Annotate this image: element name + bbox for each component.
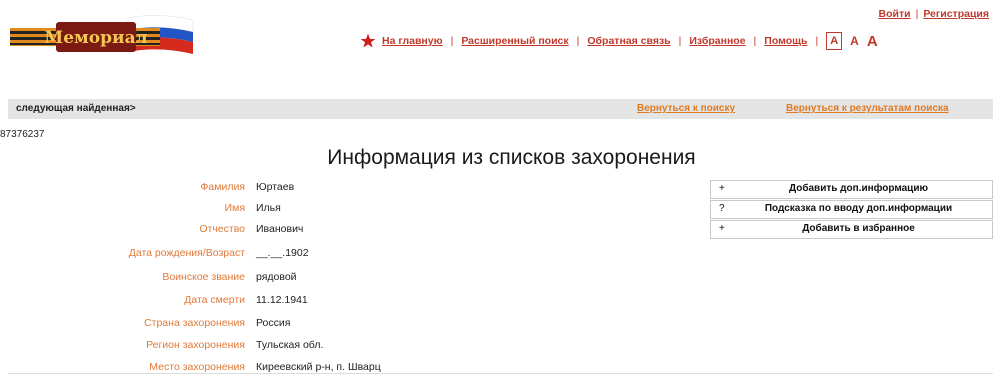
record-actions: + Добавить доп.информацию ? Подсказка по…	[710, 180, 993, 240]
field-label: Дата смерти	[184, 294, 245, 306]
field-row-birthdate: Дата рождения/Возраст __.__.1902	[0, 247, 560, 265]
field-label: Место захоронения	[149, 361, 245, 373]
field-value: Россия	[256, 317, 291, 329]
field-label: Страна захоронения	[144, 317, 245, 329]
field-value: Илья	[256, 202, 281, 214]
field-value: Киреевский р-н, п. Шварц	[256, 361, 381, 373]
font-size-large-button[interactable]: А	[867, 33, 878, 50]
field-row-name: Имя Илья	[0, 202, 560, 220]
field-value: Иванович	[256, 223, 304, 235]
field-row-burial-place: Место захоронения Киреевский р-н, п. Шва…	[0, 361, 560, 379]
field-label: Регион захоронения	[146, 339, 245, 351]
font-size-medium-button[interactable]: А	[850, 34, 859, 48]
divider	[8, 373, 993, 374]
add-to-favorites-label: Добавить в избранное	[802, 223, 915, 234]
next-found-link[interactable]: следующая найденная>	[16, 103, 136, 114]
memorial-logo-graphic: Мемориал	[10, 15, 194, 54]
nav-advanced-search-link[interactable]: Расширенный поиск	[461, 35, 568, 47]
field-label: Отчество	[199, 223, 245, 235]
field-label: Фамилия	[200, 181, 245, 193]
field-row-burial-region: Регион захоронения Тульская обл.	[0, 339, 560, 357]
nav-feedback-link[interactable]: Обратная связь	[587, 35, 670, 47]
nav-favorites-link[interactable]: Избранное	[689, 35, 745, 47]
field-label: Имя	[224, 202, 245, 214]
field-value: __.__.1902	[256, 247, 309, 259]
add-info-label: Добавить доп.информацию	[788, 183, 929, 194]
field-value: рядовой	[256, 271, 297, 283]
input-hint-label: Подсказка по вводу доп.информации	[764, 203, 953, 214]
login-link[interactable]: Войти	[879, 8, 911, 20]
nav-help-link[interactable]: Помощь	[764, 35, 807, 47]
field-value: Юртаев	[256, 181, 295, 193]
field-row-rank: Воинское звание рядовой	[0, 271, 560, 289]
field-value: 11.12.1941	[256, 294, 308, 306]
field-row-surname: Фамилия Юртаев	[0, 181, 560, 199]
field-row-patronymic: Отчество Иванович	[0, 223, 560, 241]
nav-home-link[interactable]: На главную	[382, 35, 443, 47]
add-to-favorites-button[interactable]: + Добавить в избранное	[710, 220, 993, 239]
input-hint-button[interactable]: ? Подсказка по вводу доп.информации	[710, 200, 993, 219]
field-label: Дата рождения/Возраст	[128, 247, 245, 259]
field-value: Тульская обл.	[256, 339, 324, 351]
register-link[interactable]: Регистрация	[923, 8, 989, 20]
red-star-icon	[360, 33, 376, 48]
field-row-burial-country: Страна захоронения Россия	[0, 317, 560, 335]
navigation-bar: следующая найденная> Вернуться к поиску …	[8, 99, 993, 119]
font-size-small-button[interactable]: А	[826, 32, 843, 50]
field-label: Воинское звание	[162, 271, 245, 283]
field-row-death-date: Дата смерти 11.12.1941	[0, 294, 560, 312]
memorial-logo[interactable]: Мемориал	[8, 10, 198, 60]
page-title: Информация из списков захоронения	[327, 146, 696, 169]
record-id: 87376237	[0, 129, 45, 140]
logo-text: Мемориал	[44, 28, 147, 48]
auth-links: Войти | Регистрация	[878, 8, 989, 20]
add-info-button[interactable]: + Добавить доп.информацию	[710, 180, 993, 199]
top-navigation: На главную | Расширенный поиск | Обратна…	[360, 30, 878, 52]
back-to-search-link[interactable]: Вернуться к поиску	[637, 103, 735, 114]
back-to-results-link[interactable]: Вернуться к результатам поиска	[786, 103, 949, 114]
